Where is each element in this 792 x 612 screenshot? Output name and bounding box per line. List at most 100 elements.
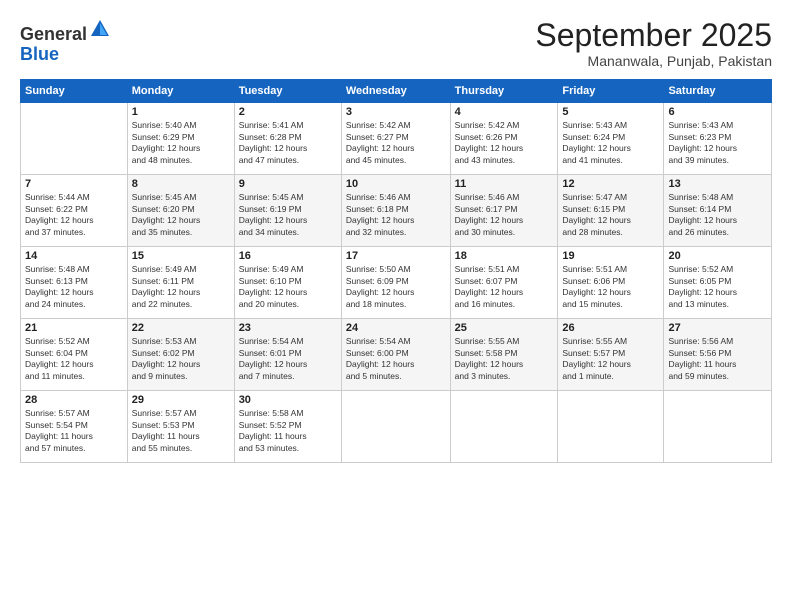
day-number: 18 [455,250,554,262]
calendar-week-row: 7 Sunrise: 5:44 AM Sunset: 6:22 PM Daylig… [21,175,772,247]
day-info: Sunrise: 5:51 AM Sunset: 6:06 PM Dayligh… [562,264,659,310]
logo-blue-text: Blue [20,44,59,64]
day-number: 8 [132,178,230,190]
logo-icon [89,18,111,40]
calendar-cell: 18 Sunrise: 5:51 AM Sunset: 6:07 PM Dayli… [450,247,558,319]
calendar-cell: 14Sunrise: 5:48 AM Sunset: 6:13 PM Dayli… [21,247,128,319]
day-info: Sunrise: 5:54 AM Sunset: 6:01 PM Dayligh… [239,336,337,382]
col-sunday: Sunday [21,80,128,103]
col-tuesday: Tuesday [234,80,341,103]
day-number: 28 [25,394,123,406]
calendar-table: Sunday Monday Tuesday Wednesday Thursday… [20,79,772,463]
day-number: 2 [239,106,337,118]
calendar-cell: 7 Sunrise: 5:44 AM Sunset: 6:22 PM Daylig… [21,175,128,247]
calendar-cell: 12 Sunrise: 5:47 AM Sunset: 6:15 PM Dayli… [558,175,664,247]
calendar-cell: 2 Sunrise: 5:41 AM Sunset: 6:28 PM Daylig… [234,103,341,175]
day-info: Sunrise: 5:48 AM Sunset: 6:14 PM Dayligh… [668,192,767,238]
logo-general-text: General [20,24,87,44]
calendar-cell: 24 Sunrise: 5:54 AM Sunset: 6:00 PM Dayli… [341,319,450,391]
day-number: 27 [668,322,767,334]
day-number: 10 [346,178,446,190]
day-info: Sunrise: 5:45 AM Sunset: 6:19 PM Dayligh… [239,192,337,238]
day-number: 26 [562,322,659,334]
calendar-cell: 16 Sunrise: 5:49 AM Sunset: 6:10 PM Dayli… [234,247,341,319]
calendar-week-row: 28 Sunrise: 5:57 AM Sunset: 5:54 PM Dayli… [21,391,772,463]
calendar-cell: 22 Sunrise: 5:53 AM Sunset: 6:02 PM Dayli… [127,319,234,391]
calendar-cell: 17 Sunrise: 5:50 AM Sunset: 6:09 PM Dayli… [341,247,450,319]
calendar-cell: 11 Sunrise: 5:46 AM Sunset: 6:17 PM Dayli… [450,175,558,247]
day-number: 4 [455,106,554,118]
calendar-cell: 10Sunrise: 5:46 AM Sunset: 6:18 PM Dayli… [341,175,450,247]
calendar-cell: 8Sunrise: 5:45 AM Sunset: 6:20 PM Daylig… [127,175,234,247]
day-number: 7 [25,178,123,190]
calendar-cell: 28 Sunrise: 5:57 AM Sunset: 5:54 PM Dayli… [21,391,128,463]
calendar-cell: 30 Sunrise: 5:58 AM Sunset: 5:52 PM Dayli… [234,391,341,463]
calendar-cell: 3 Sunrise: 5:42 AM Sunset: 6:27 PM Daylig… [341,103,450,175]
day-number: 9 [239,178,337,190]
day-number: 16 [239,250,337,262]
calendar-cell: 4Sunrise: 5:42 AM Sunset: 6:26 PM Daylig… [450,103,558,175]
day-info: Sunrise: 5:57 AM Sunset: 5:53 PM Dayligh… [132,408,230,454]
day-number: 23 [239,322,337,334]
day-info: Sunrise: 5:43 AM Sunset: 6:24 PM Dayligh… [562,120,659,166]
col-thursday: Thursday [450,80,558,103]
day-info: Sunrise: 5:41 AM Sunset: 6:28 PM Dayligh… [239,120,337,166]
calendar-cell: 29 Sunrise: 5:57 AM Sunset: 5:53 PM Dayli… [127,391,234,463]
day-info: Sunrise: 5:49 AM Sunset: 6:11 PM Dayligh… [132,264,230,310]
calendar-cell: 25Sunrise: 5:55 AM Sunset: 5:58 PM Dayli… [450,319,558,391]
col-friday: Friday [558,80,664,103]
day-number: 25 [455,322,554,334]
calendar-cell: 15 Sunrise: 5:49 AM Sunset: 6:11 PM Dayli… [127,247,234,319]
location-subtitle: Mananwala, Punjab, Pakistan [535,53,772,69]
day-info: Sunrise: 5:54 AM Sunset: 6:00 PM Dayligh… [346,336,446,382]
day-info: Sunrise: 5:40 AM Sunset: 6:29 PM Dayligh… [132,120,230,166]
calendar-cell: 23 Sunrise: 5:54 AM Sunset: 6:01 PM Dayli… [234,319,341,391]
day-number: 1 [132,106,230,118]
calendar-cell: 26Sunrise: 5:55 AM Sunset: 5:57 PM Dayli… [558,319,664,391]
day-number: 24 [346,322,446,334]
day-number: 11 [455,178,554,190]
day-number: 19 [562,250,659,262]
calendar-cell: 13Sunrise: 5:48 AM Sunset: 6:14 PM Dayli… [664,175,772,247]
month-title: September 2025 [535,18,772,53]
calendar-cell: 9 Sunrise: 5:45 AM Sunset: 6:19 PM Daylig… [234,175,341,247]
calendar-cell: 21Sunrise: 5:52 AM Sunset: 6:04 PM Dayli… [21,319,128,391]
calendar-cell [341,391,450,463]
title-block: September 2025 Mananwala, Punjab, Pakist… [535,18,772,69]
day-info: Sunrise: 5:47 AM Sunset: 6:15 PM Dayligh… [562,192,659,238]
day-number: 20 [668,250,767,262]
day-number: 3 [346,106,446,118]
day-number: 29 [132,394,230,406]
day-number: 5 [562,106,659,118]
calendar-week-row: 21Sunrise: 5:52 AM Sunset: 6:04 PM Dayli… [21,319,772,391]
day-number: 22 [132,322,230,334]
calendar-week-row: 14Sunrise: 5:48 AM Sunset: 6:13 PM Dayli… [21,247,772,319]
calendar-cell [664,391,772,463]
day-info: Sunrise: 5:46 AM Sunset: 6:17 PM Dayligh… [455,192,554,238]
day-info: Sunrise: 5:53 AM Sunset: 6:02 PM Dayligh… [132,336,230,382]
day-info: Sunrise: 5:42 AM Sunset: 6:27 PM Dayligh… [346,120,446,166]
day-info: Sunrise: 5:43 AM Sunset: 6:23 PM Dayligh… [668,120,767,166]
day-info: Sunrise: 5:52 AM Sunset: 6:05 PM Dayligh… [668,264,767,310]
col-monday: Monday [127,80,234,103]
calendar-cell: 20 Sunrise: 5:52 AM Sunset: 6:05 PM Dayli… [664,247,772,319]
day-info: Sunrise: 5:56 AM Sunset: 5:56 PM Dayligh… [668,336,767,382]
day-number: 12 [562,178,659,190]
calendar-cell [21,103,128,175]
day-info: Sunrise: 5:48 AM Sunset: 6:13 PM Dayligh… [25,264,123,310]
col-wednesday: Wednesday [341,80,450,103]
header-row: Sunday Monday Tuesday Wednesday Thursday… [21,80,772,103]
day-info: Sunrise: 5:57 AM Sunset: 5:54 PM Dayligh… [25,408,123,454]
day-number: 21 [25,322,123,334]
day-number: 6 [668,106,767,118]
day-number: 15 [132,250,230,262]
calendar-cell [450,391,558,463]
page-header: General Blue September 2025 Mananwala, P… [20,18,772,69]
day-number: 17 [346,250,446,262]
day-number: 30 [239,394,337,406]
day-info: Sunrise: 5:58 AM Sunset: 5:52 PM Dayligh… [239,408,337,454]
day-info: Sunrise: 5:50 AM Sunset: 6:09 PM Dayligh… [346,264,446,310]
day-info: Sunrise: 5:49 AM Sunset: 6:10 PM Dayligh… [239,264,337,310]
day-info: Sunrise: 5:51 AM Sunset: 6:07 PM Dayligh… [455,264,554,310]
day-info: Sunrise: 5:44 AM Sunset: 6:22 PM Dayligh… [25,192,123,238]
